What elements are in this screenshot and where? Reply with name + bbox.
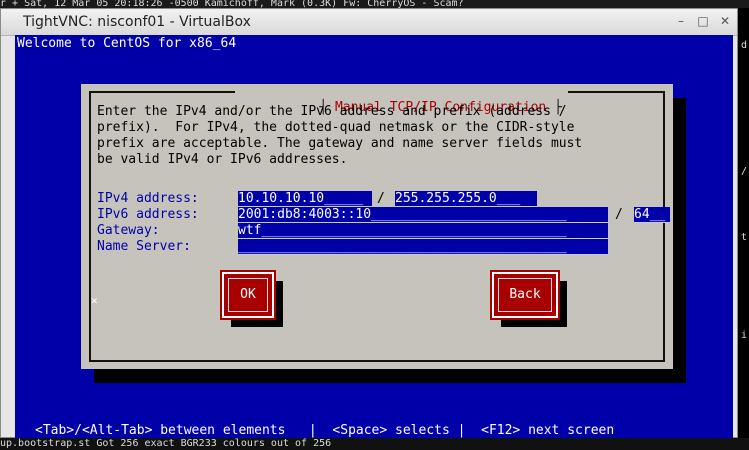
close-icon[interactable]: ✕ — [717, 13, 733, 29]
gateway-input[interactable]: wtf_____________________________________… — [238, 223, 608, 239]
background-fragment: / — [741, 166, 748, 177]
welcome-banner: Welcome to CentOS for x86_64 — [17, 36, 237, 51]
dialog-instructions: Enter the IPv4 and/or the IPv6 address a… — [97, 104, 583, 167]
help-line: <Tab>/<Alt-Tab> between elements | <Spac… — [35, 423, 615, 438]
ok-button-label: OK — [228, 278, 268, 312]
window-titlebar[interactable]: TightVNC: nisconf01 - VirtualBox – □ ✕ — [1, 9, 737, 36]
minimize-icon[interactable]: – — [673, 13, 689, 29]
ipv4-separator: / — [377, 191, 385, 206]
ipv6-separator: / — [615, 207, 623, 222]
back-button-label: Back — [498, 278, 552, 312]
background-terminal-bottom: up.bootstrap.st Got 256 exact BGR233 col… — [0, 438, 749, 450]
gateway-label: Gateway: — [97, 223, 160, 238]
background-fragment: t — [741, 232, 748, 243]
ok-button[interactable]: OK — [220, 270, 276, 320]
vnc-window: TightVNC: nisconf01 - VirtualBox – □ ✕ W… — [0, 8, 738, 440]
name-server-label: Name Server: — [97, 239, 191, 254]
background-terminal-top: r + Sat, 12 Mar 05 20:18:26 -0500 Kamich… — [0, 0, 749, 8]
ipv4-label: IPv4 address: — [97, 191, 199, 206]
window-title: TightVNC: nisconf01 - VirtualBox — [23, 14, 251, 30]
mouse-cursor-icon: ✕ — [91, 294, 98, 307]
back-button[interactable]: Back — [490, 270, 560, 320]
desktop: r + Sat, 12 Mar 05 20:18:26 -0500 Kamich… — [0, 0, 749, 450]
maximize-icon[interactable]: □ — [695, 13, 711, 29]
ipv6-prefix-input[interactable]: 64__ — [634, 207, 670, 223]
ipv4-address-input[interactable]: 10.10.10.10_____ — [238, 191, 372, 207]
ipv4-netmask-input[interactable]: 255.255.255.0___ — [395, 191, 537, 207]
background-fragment: d — [741, 40, 748, 51]
ipv6-label: IPv6 address: — [97, 207, 199, 222]
vnc-screen[interactable]: Welcome to CentOS for x86_64 ┤ Manual TC… — [15, 35, 733, 440]
name-server-input[interactable]: ________________________________________… — [238, 239, 608, 255]
tcpip-dialog: ┤ Manual TCP/IP Configuration ├ Enter th… — [81, 84, 673, 369]
ipv6-address-input[interactable]: 2001:db8:4003::10_______________________… — [238, 207, 608, 223]
background-fragment: i — [741, 330, 748, 341]
